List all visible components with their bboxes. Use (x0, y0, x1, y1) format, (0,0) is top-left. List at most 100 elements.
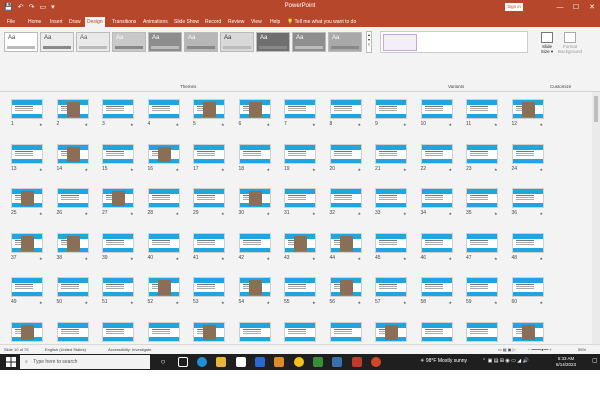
slide-thumbnail[interactable] (284, 232, 316, 253)
minimize-button[interactable]: — (552, 0, 568, 15)
slide-thumbnail[interactable] (284, 277, 316, 297)
tell-me-search[interactable]: 💡 Tell me what you want to do (287, 17, 356, 27)
slide-thumbnail[interactable] (238, 277, 271, 297)
slide-thumbnail[interactable] (147, 143, 180, 164)
powerpoint-taskbar-icon[interactable] (371, 357, 381, 367)
slide-thumbnail[interactable] (147, 321, 180, 342)
slide-thumbnail[interactable] (329, 277, 362, 297)
theme-tile[interactable]: Aa (4, 32, 38, 52)
tab-slide-show[interactable]: Slide Show (172, 17, 201, 27)
slide-thumbnail[interactable] (193, 277, 225, 297)
slide-thumbnail[interactable] (284, 321, 316, 342)
app-icon[interactable] (274, 357, 284, 367)
slide-thumbnail[interactable] (102, 188, 134, 208)
theme-tile[interactable]: Aa (76, 32, 110, 52)
slide-thumbnail[interactable] (375, 277, 407, 297)
theme-tile[interactable]: Aa (220, 32, 254, 52)
slide-thumbnail[interactable] (193, 99, 225, 119)
language-status[interactable]: English (United States) (45, 347, 86, 352)
tab-help[interactable]: Help (268, 17, 282, 27)
slide-thumbnail[interactable] (375, 321, 407, 342)
slide-sorter-scrollbar[interactable] (592, 92, 600, 344)
widgets-icon[interactable] (178, 357, 188, 367)
slide-thumbnail[interactable] (147, 232, 180, 253)
tab-home[interactable]: Home (26, 17, 43, 27)
slide-thumbnail[interactable] (466, 232, 498, 253)
slide-thumbnail[interactable] (284, 99, 316, 119)
slide-thumbnail[interactable] (420, 232, 453, 253)
theme-tile[interactable]: Aa (328, 32, 362, 52)
tab-record[interactable]: Record (203, 17, 223, 27)
tab-file[interactable]: File (5, 17, 17, 27)
slide-thumbnail[interactable] (102, 277, 134, 297)
slide-thumbnail[interactable] (466, 321, 498, 342)
app-icon-2[interactable] (313, 357, 323, 367)
slide-thumbnail[interactable] (238, 321, 271, 342)
slide-thumbnail[interactable] (511, 321, 544, 342)
slide-thumbnail[interactable] (193, 143, 225, 164)
slide-thumbnail[interactable] (466, 99, 498, 119)
sign-in-button[interactable]: Sign in (505, 3, 523, 11)
slide-thumbnail[interactable] (102, 143, 134, 164)
themes-gallery-scroll[interactable]: ▴ ▾ ≡ (366, 31, 372, 53)
slide-thumbnail[interactable] (11, 232, 43, 253)
slide-thumbnail[interactable] (375, 188, 407, 208)
maximize-button[interactable]: ☐ (568, 0, 584, 15)
zoom-level[interactable]: 55% (578, 347, 586, 352)
slide-thumbnail[interactable] (511, 99, 544, 119)
slide-thumbnail[interactable] (329, 188, 362, 208)
slide-thumbnail[interactable] (329, 143, 362, 164)
tab-design[interactable]: Design (85, 17, 105, 27)
slide-thumbnail[interactable] (420, 143, 453, 164)
store-icon[interactable] (236, 357, 246, 367)
theme-tile[interactable]: Aa (292, 32, 326, 52)
slide-thumbnail[interactable] (147, 99, 180, 119)
weather-widget[interactable]: ☀ 98°F Mostly sunny (420, 358, 467, 364)
slide-thumbnail[interactable] (238, 232, 271, 253)
slide-thumbnail[interactable] (102, 232, 134, 253)
slide-thumbnail[interactable] (193, 232, 225, 253)
slide-thumbnail[interactable] (329, 321, 362, 342)
slide-thumbnail[interactable] (466, 188, 498, 208)
slide-thumbnail[interactable] (56, 143, 89, 164)
close-button[interactable]: ✕ (584, 0, 600, 15)
slide-thumbnail[interactable] (56, 99, 89, 119)
edge-browser-icon[interactable] (197, 357, 207, 367)
slide-thumbnail[interactable] (375, 99, 407, 119)
theme-tile[interactable]: Aa (184, 32, 218, 52)
slide-size-button[interactable]: Slide Size ▾ (538, 32, 556, 54)
slide-thumbnail[interactable] (511, 143, 544, 164)
windows-start-icon[interactable] (6, 357, 16, 367)
slide-thumbnail[interactable] (329, 232, 362, 253)
slide-thumbnail[interactable] (466, 277, 498, 297)
slide-thumbnail[interactable] (420, 99, 453, 119)
clock[interactable]: 5:33 AM 6/14/2023 (556, 356, 576, 368)
slide-thumbnail[interactable] (102, 99, 134, 119)
theme-tile[interactable]: Aa (40, 32, 74, 52)
scrollbar-thumb[interactable] (594, 96, 598, 122)
slide-thumbnail[interactable] (147, 277, 180, 297)
slide-thumbnail[interactable] (56, 277, 89, 297)
zoom-slider[interactable]: − ━━━━●━━ + (528, 347, 552, 352)
theme-tile[interactable]: Aa (256, 32, 290, 52)
tab-animations[interactable]: Animations (141, 17, 170, 27)
mail-icon[interactable] (255, 357, 265, 367)
slide-thumbnail[interactable] (375, 143, 407, 164)
app-icon-4[interactable] (352, 357, 362, 367)
slide-thumbnail[interactable] (420, 188, 453, 208)
tab-insert[interactable]: Insert (48, 17, 65, 27)
theme-tile[interactable]: Aa (148, 32, 182, 52)
slide-thumbnail[interactable] (238, 188, 271, 208)
system-tray-icons[interactable]: ⌃ ▣ ▤ ⊞ ◉ ▭ ◢ 🔊 (482, 358, 529, 364)
slide-thumbnail[interactable] (238, 99, 271, 119)
slide-thumbnail[interactable] (11, 188, 43, 208)
slide-thumbnail[interactable] (511, 277, 544, 297)
slide-thumbnail[interactable] (102, 321, 134, 342)
accessibility-status[interactable]: Accessibility: Investigate (108, 347, 151, 352)
taskbar-search-box[interactable]: ⌕ Type here to search (20, 355, 150, 369)
slide-thumbnail[interactable] (511, 188, 544, 208)
slide-thumbnail[interactable] (420, 321, 453, 342)
slide-thumbnail[interactable] (284, 143, 316, 164)
tab-review[interactable]: Review (226, 17, 246, 27)
tab-draw[interactable]: Draw (67, 17, 83, 27)
